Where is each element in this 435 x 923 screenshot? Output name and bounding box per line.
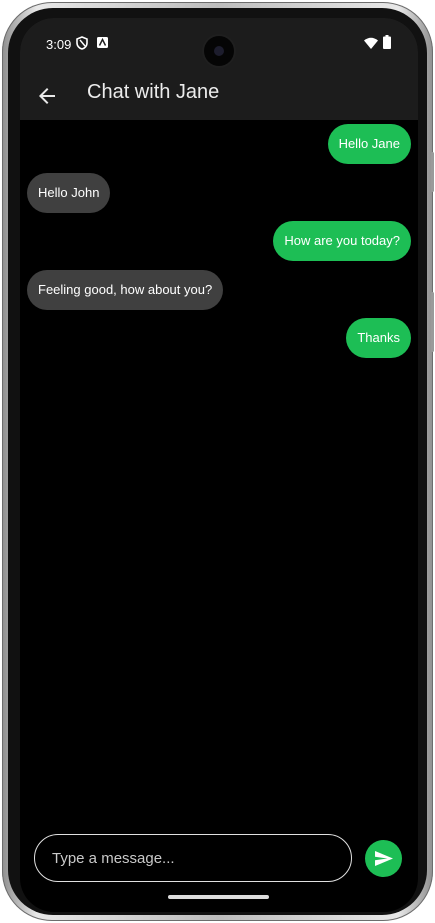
wifi-icon	[364, 37, 378, 49]
phone-frame: 3:09 Chat with Jane Hello Jane Hello Joh…	[2, 2, 434, 921]
volume-button	[431, 152, 434, 192]
power-button	[431, 292, 434, 352]
send-icon	[375, 851, 393, 866]
message-bubble-incoming: Hello John	[27, 173, 111, 213]
screen: 3:09 Chat with Jane Hello Jane Hello Joh…	[20, 18, 418, 912]
front-camera	[204, 36, 234, 66]
notification-icon	[97, 37, 108, 48]
battery-icon	[383, 35, 391, 49]
status-time: 3:09	[46, 37, 72, 52]
message-list: Hello Jane Hello John How are you today?…	[20, 120, 418, 820]
shield-icon	[76, 36, 88, 50]
message-bubble-incoming: Feeling good, how about you?	[27, 270, 224, 310]
page-title: Chat with Jane	[87, 81, 220, 103]
send-button[interactable]	[365, 840, 402, 877]
message-composer	[20, 828, 418, 888]
arrow-back-icon[interactable]	[35, 84, 59, 108]
message-bubble-outgoing: How are you today?	[273, 221, 411, 261]
message-input[interactable]	[34, 834, 352, 882]
home-indicator[interactable]	[168, 895, 269, 899]
message-bubble-outgoing: Thanks	[346, 318, 411, 358]
app-bar: Chat with Jane	[20, 72, 418, 120]
message-bubble-outgoing: Hello Jane	[327, 124, 411, 164]
